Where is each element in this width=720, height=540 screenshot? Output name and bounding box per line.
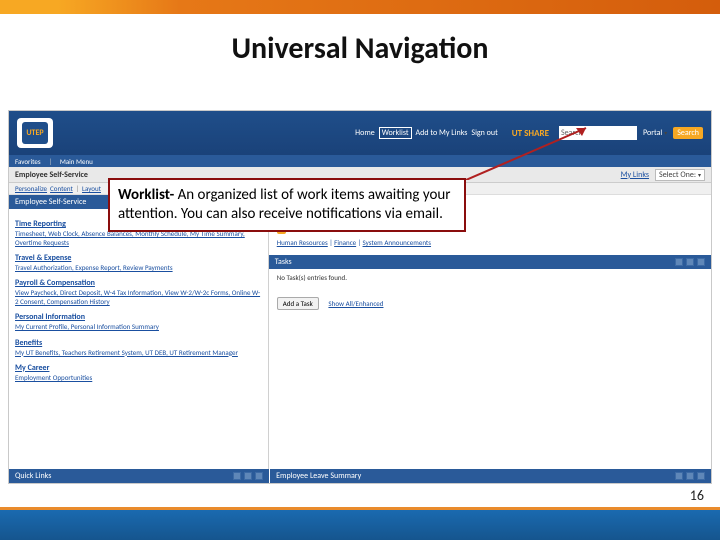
tasks-close-icon[interactable] bbox=[697, 258, 705, 266]
slide-title: Universal Navigation bbox=[0, 30, 720, 67]
no-tasks-text: No Task(s) entries found. bbox=[269, 269, 711, 286]
category-links: Human Resources | Finance | System Annou… bbox=[269, 234, 711, 247]
layout-link[interactable]: Layout bbox=[82, 184, 101, 193]
footer-bar bbox=[0, 510, 720, 540]
tab-main-menu[interactable]: Main Menu bbox=[60, 157, 93, 166]
payroll-links[interactable]: View Paycheck, Direct Deposit, W-4 Tax I… bbox=[15, 288, 262, 306]
tasks-opts-icon[interactable] bbox=[686, 258, 694, 266]
personal-links[interactable]: My Current Profile, Personal Information… bbox=[15, 322, 262, 331]
callout-box: Worklist- An organized list of work item… bbox=[108, 178, 466, 232]
tab-favorites[interactable]: Favorites bbox=[15, 157, 41, 166]
career-links[interactable]: Employment Opportunities bbox=[15, 373, 262, 382]
ql-opts-icon[interactable] bbox=[244, 472, 252, 480]
utep-logo: UTEP bbox=[17, 118, 53, 148]
quick-links-pagelet: Quick Links bbox=[9, 469, 269, 483]
left-column: Employee Self-Service Time Reporting Tim… bbox=[9, 195, 269, 483]
header-right: Home Worklist Add to My Links Sign out U… bbox=[355, 126, 703, 140]
ls-min-icon[interactable] bbox=[675, 472, 683, 480]
search-button[interactable]: Search bbox=[673, 127, 703, 139]
ql-close-icon[interactable] bbox=[255, 472, 263, 480]
portal-dropdown[interactable]: Portal bbox=[643, 128, 667, 138]
time-reporting-links[interactable]: Timesheet, Web Clock, Absence Balances, … bbox=[15, 229, 262, 247]
nav-worklist[interactable]: Worklist bbox=[379, 127, 412, 139]
ls-opts-icon[interactable] bbox=[686, 472, 694, 480]
brand-label: UT SHARE bbox=[512, 128, 549, 139]
quick-links-title: Quick Links bbox=[15, 471, 51, 481]
search-input[interactable]: Search bbox=[559, 126, 637, 140]
career-heading[interactable]: My Career bbox=[15, 363, 262, 373]
show-all-enhanced[interactable]: Show All/Enhanced bbox=[328, 299, 383, 308]
ql-min-icon[interactable] bbox=[233, 472, 241, 480]
payroll-heading[interactable]: Payroll & Compensation bbox=[15, 278, 262, 288]
slide-accent-bar bbox=[0, 0, 720, 14]
app-header: UTEP Home Worklist Add to My Links Sign … bbox=[9, 111, 711, 155]
page-number: 16 bbox=[690, 487, 704, 504]
callout-term: Worklist- bbox=[118, 186, 174, 204]
travel-links[interactable]: Travel Authorization, Expense Report, Re… bbox=[15, 263, 262, 272]
ls-close-icon[interactable] bbox=[697, 472, 705, 480]
ess-pagelet-title: Employee Self-Service bbox=[15, 197, 86, 207]
hr-link[interactable]: Human Resources bbox=[277, 238, 328, 247]
benefits-links[interactable]: My UT Benefits, Teachers Retirement Syst… bbox=[15, 348, 262, 357]
app-screenshot: UTEP Home Worklist Add to My Links Sign … bbox=[8, 110, 712, 484]
right-column: Article for Human Resources More… Feed H… bbox=[269, 195, 711, 483]
leave-summary-title: Employee Leave Summary bbox=[276, 471, 361, 481]
nav-signout[interactable]: Sign out bbox=[471, 128, 497, 138]
content-columns: Employee Self-Service Time Reporting Tim… bbox=[9, 195, 711, 483]
tasks-min-icon[interactable] bbox=[675, 258, 683, 266]
nav-home[interactable]: Home bbox=[355, 128, 375, 138]
leave-summary-pagelet: Employee Leave Summary bbox=[270, 469, 711, 483]
sys-announce-link[interactable]: System Announcements bbox=[363, 238, 432, 247]
finance-link[interactable]: Finance bbox=[334, 238, 356, 247]
tasks-header: Tasks bbox=[269, 255, 711, 269]
travel-heading[interactable]: Travel & Expense bbox=[15, 253, 262, 263]
add-task-button[interactable]: Add a Task bbox=[277, 297, 319, 310]
personalize-link[interactable]: Personalize bbox=[15, 184, 47, 193]
nav-add-links[interactable]: Add to My Links bbox=[416, 128, 468, 138]
my-links[interactable]: My Links bbox=[621, 170, 649, 180]
benefits-heading[interactable]: Benefits bbox=[15, 338, 262, 348]
tasks-title: Tasks bbox=[275, 257, 292, 267]
select-one-dropdown[interactable]: Select One: bbox=[655, 169, 705, 181]
content-link[interactable]: Content bbox=[50, 184, 73, 193]
personal-heading[interactable]: Personal Information bbox=[15, 312, 262, 322]
header-nav: Home Worklist Add to My Links Sign out bbox=[355, 127, 498, 139]
breadcrumb-title: Employee Self-Service bbox=[15, 170, 88, 180]
tab-strip: Favorites | Main Menu bbox=[9, 155, 711, 167]
